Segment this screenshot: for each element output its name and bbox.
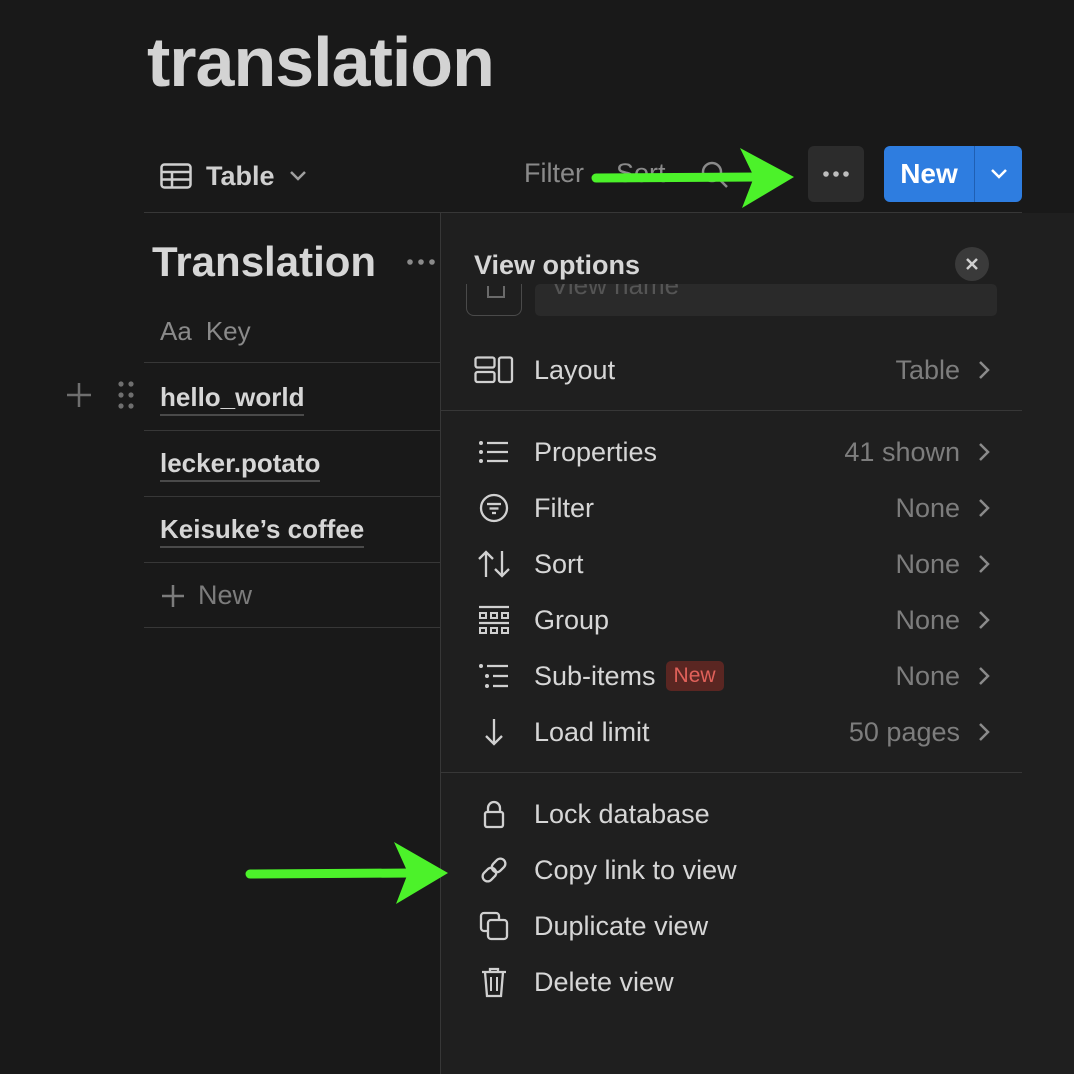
view-more-button[interactable]	[808, 146, 864, 202]
panel-title: View options	[474, 250, 641, 280]
column-header-key[interactable]: Aa Key	[160, 316, 251, 347]
more-horizontal-icon[interactable]	[406, 258, 436, 266]
row-divider	[144, 627, 441, 628]
row-divider	[144, 496, 441, 497]
menu-item-value: None	[895, 492, 960, 523]
new-dropdown-button[interactable]	[975, 146, 1022, 202]
row-divider	[144, 430, 441, 431]
add-row-label: New	[198, 580, 253, 610]
filter-button[interactable]: Filter	[524, 158, 584, 189]
chevron-right-icon	[974, 722, 994, 742]
menu-divider	[441, 410, 1022, 411]
duplicate-icon	[474, 906, 514, 946]
filter-icon	[474, 488, 514, 528]
layout-icon	[474, 350, 514, 390]
arrow-down-icon	[474, 712, 514, 752]
menu-item-label: Group	[534, 604, 610, 635]
menu-item-label: Duplicate view	[534, 910, 709, 941]
page-title: translation	[147, 23, 495, 101]
chevron-right-icon	[974, 554, 994, 574]
table-row[interactable]: lecker.potato	[160, 448, 321, 482]
chevron-right-icon	[974, 442, 994, 462]
sub-items-icon	[474, 656, 514, 696]
more-horizontal-icon	[822, 170, 850, 178]
menu-item-filter[interactable]: Filter None	[474, 483, 994, 533]
menu-item-value: 41 shown	[844, 436, 960, 467]
view-icon-picker[interactable]	[466, 284, 522, 316]
table-icon	[160, 163, 192, 189]
menu-item-layout[interactable]: Layout Table	[474, 345, 994, 395]
menu-item-sub-items[interactable]: Sub-items New None	[474, 651, 994, 701]
menu-item-label: Copy link to view	[534, 854, 737, 885]
database-title: Translation	[152, 238, 377, 285]
sort-arrows-icon	[474, 544, 514, 584]
menu-item-sort[interactable]: Sort None	[474, 539, 994, 589]
menu-item-load-limit[interactable]: Load limit 50 pages	[474, 707, 994, 757]
lock-icon	[474, 794, 514, 834]
link-icon	[474, 850, 514, 890]
chevron-right-icon	[974, 498, 994, 518]
row-divider	[144, 362, 441, 363]
menu-item-label: Lock database	[534, 798, 710, 829]
group-icon	[474, 600, 514, 640]
list-icon	[474, 432, 514, 472]
menu-item-value: Table	[895, 354, 960, 385]
text-type-icon: Aa	[160, 316, 192, 346]
trash-icon	[474, 962, 514, 1002]
menu-item-label: Properties	[534, 436, 658, 467]
menu-item-value: None	[895, 548, 960, 579]
new-button-group: New	[884, 146, 1022, 202]
panel-border	[440, 213, 441, 1074]
chevron-right-icon	[974, 610, 994, 630]
annotation-arrow-icon	[244, 838, 454, 908]
table-row[interactable]: hello_world	[160, 382, 305, 416]
new-button[interactable]: New	[884, 146, 974, 202]
menu-item-value: None	[895, 660, 960, 691]
row-handles	[64, 380, 136, 410]
chevron-right-icon	[974, 666, 994, 686]
menu-item-label: Sub-items	[534, 660, 656, 691]
close-icon	[965, 257, 979, 271]
view-tab-label: Table	[206, 160, 275, 191]
drag-handle-icon[interactable]	[116, 380, 136, 410]
menu-divider	[441, 772, 1022, 773]
menu-item-properties[interactable]: Properties 41 shown	[474, 427, 994, 477]
chevron-down-icon	[990, 168, 1008, 180]
chevron-right-icon	[974, 360, 994, 380]
chevron-down-icon	[289, 170, 307, 182]
new-badge: New	[665, 661, 724, 691]
plus-icon[interactable]	[64, 380, 94, 410]
menu-item-label: Load limit	[534, 716, 650, 747]
view-tab-table[interactable]: Table	[160, 157, 307, 195]
menu-item-label: Layout	[534, 354, 616, 385]
menu-item-delete-view[interactable]: Delete view	[474, 957, 994, 1007]
view-name-placeholder: View name	[551, 284, 680, 300]
annotation-arrow-icon	[590, 142, 800, 212]
menu-item-duplicate-view[interactable]: Duplicate view	[474, 901, 994, 951]
menu-item-value: 50 pages	[848, 716, 960, 747]
menu-item-copy-link[interactable]: Copy link to view	[474, 845, 994, 895]
row-divider	[144, 562, 441, 563]
column-header-label: Key	[205, 316, 251, 346]
menu-item-label: Delete view	[534, 966, 674, 997]
table-row[interactable]: Keisuke’s coffee	[160, 514, 365, 548]
plus-icon	[160, 583, 186, 609]
menu-item-lock-database[interactable]: Lock database	[474, 789, 994, 839]
menu-item-group[interactable]: Group None	[474, 595, 994, 645]
close-button[interactable]	[955, 247, 989, 281]
menu-item-label: Sort	[534, 548, 584, 579]
menu-item-label: Filter	[534, 492, 594, 523]
menu-item-value: None	[895, 604, 960, 635]
view-name-input[interactable]: View name	[535, 284, 997, 316]
add-row-button[interactable]: New	[160, 580, 252, 611]
